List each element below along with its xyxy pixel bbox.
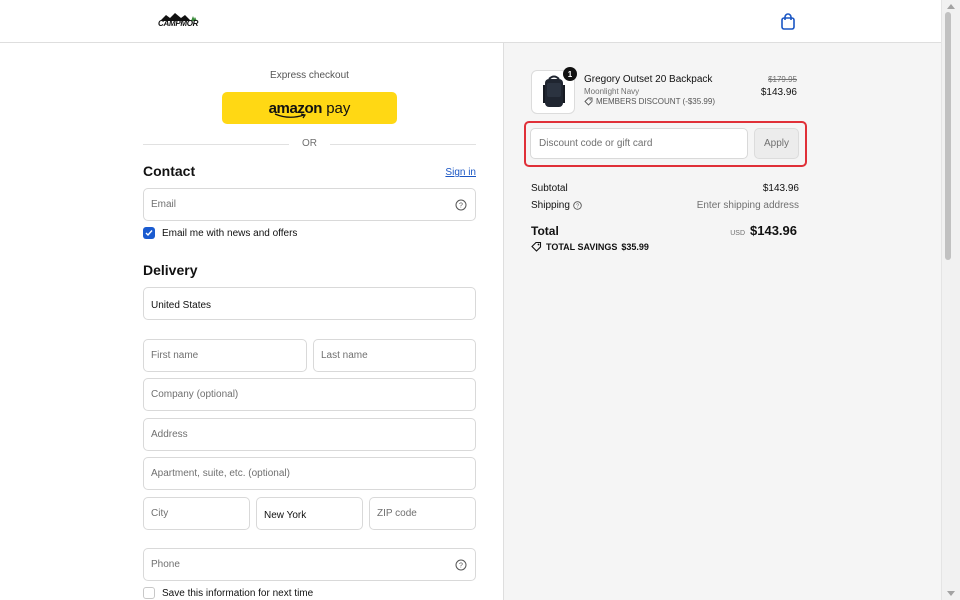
product-price: $143.96	[760, 87, 797, 98]
company-field[interactable]: Company (optional)	[143, 378, 476, 411]
total-label: Total	[531, 224, 559, 238]
apply-button[interactable]: Apply	[754, 128, 799, 159]
scrollbar-thumb[interactable]	[945, 12, 951, 260]
newsletter-checkbox[interactable]	[143, 227, 155, 239]
info-icon[interactable]: ?	[573, 201, 582, 210]
discount-code-input[interactable]: Discount code or gift card	[530, 128, 748, 159]
shipping-row: Shipping ? Enter shipping address	[531, 200, 799, 211]
checkout-form: Express checkout amazon pay OR Contact S…	[0, 43, 503, 600]
total-amount: USD $143.96	[730, 223, 797, 238]
newsletter-checkbox-row[interactable]: Email me with news and offers	[143, 227, 297, 239]
product-discount: MEMBERS DISCOUNT (-$35.99)	[584, 97, 715, 106]
quantity-badge: 1	[563, 67, 577, 81]
amazon-smile-icon	[274, 113, 306, 119]
company-placeholder: Company (optional)	[151, 389, 239, 400]
save-info-label: Save this information for next time	[162, 587, 314, 599]
subtotal-row: Subtotal $143.96	[531, 183, 799, 194]
help-icon[interactable]: ?	[455, 559, 467, 571]
delivery-title: Delivery	[143, 262, 198, 278]
checkmark-icon	[145, 230, 153, 237]
phone-field[interactable]: Phone ?	[143, 548, 476, 581]
city-placeholder: City	[151, 508, 169, 519]
sign-in-link[interactable]: Sign in	[445, 167, 476, 178]
address-field[interactable]: Address	[143, 418, 476, 451]
zip-placeholder: ZIP code	[377, 508, 417, 519]
city-field[interactable]: City	[143, 497, 250, 530]
product-name: Gregory Outset 20 Backpack	[584, 74, 713, 85]
campmor-logo[interactable]: CAMPMOR	[158, 12, 198, 29]
savings-label: TOTAL SAVINGS	[546, 241, 618, 252]
total-value: $143.96	[750, 223, 797, 238]
amazon-pay-button[interactable]: amazon pay	[222, 92, 397, 124]
contact-title: Contact	[143, 163, 196, 179]
shopping-bag-icon[interactable]	[780, 13, 796, 30]
first-name-field[interactable]: First name	[143, 339, 307, 372]
last-name-placeholder: Last name	[321, 350, 368, 361]
shipping-label: Shipping	[531, 200, 570, 211]
country-select[interactable]: United States	[143, 287, 476, 320]
phone-placeholder: Phone	[151, 559, 180, 570]
express-checkout-label: Express checkout	[270, 70, 349, 81]
subtotal-value: $143.96	[762, 183, 799, 194]
apartment-field[interactable]: Apartment, suite, etc. (optional)	[143, 457, 476, 490]
save-info-checkbox-row[interactable]: Save this information for next time	[143, 587, 313, 599]
or-divider: OR	[143, 137, 476, 151]
state-select[interactable]: New York	[256, 497, 363, 530]
svg-text:?: ?	[459, 562, 463, 569]
address-placeholder: Address	[151, 429, 188, 440]
first-name-placeholder: First name	[151, 350, 199, 361]
zip-field[interactable]: ZIP code	[369, 497, 476, 530]
savings-value: $35.99	[621, 241, 649, 252]
currency-code: USD	[730, 230, 745, 237]
help-icon[interactable]: ?	[455, 199, 467, 211]
original-price: $179.95	[768, 75, 797, 84]
state-value: New York	[264, 510, 307, 521]
scroll-down-arrow-icon[interactable]	[947, 591, 955, 596]
page-scrollbar[interactable]	[941, 0, 960, 600]
logo-text: CAMPMOR	[158, 19, 199, 28]
country-value: United States	[151, 300, 212, 311]
tag-icon	[584, 97, 593, 106]
svg-text:?: ?	[576, 204, 579, 210]
tag-icon	[531, 241, 542, 252]
newsletter-label: Email me with news and offers	[162, 227, 298, 239]
order-summary: 1 Gregory Outset 20 Backpack Moonlight N…	[503, 43, 941, 600]
total-savings: TOTAL SAVINGS $35.99	[531, 241, 649, 252]
product-variant: Moonlight Navy	[584, 87, 640, 96]
apartment-placeholder: Apartment, suite, etc. (optional)	[151, 468, 290, 479]
last-name-field[interactable]: Last name	[313, 339, 476, 372]
discount-placeholder: Discount code or gift card	[539, 138, 653, 149]
email-field[interactable]: Email ?	[143, 188, 476, 221]
save-info-checkbox[interactable]	[143, 587, 155, 599]
scroll-up-arrow-icon[interactable]	[947, 4, 955, 9]
subtotal-label: Subtotal	[531, 183, 568, 194]
email-placeholder: Email	[151, 199, 177, 210]
svg-text:?: ?	[459, 202, 463, 209]
header: CAMPMOR	[0, 0, 941, 43]
shipping-value: Enter shipping address	[696, 200, 799, 211]
